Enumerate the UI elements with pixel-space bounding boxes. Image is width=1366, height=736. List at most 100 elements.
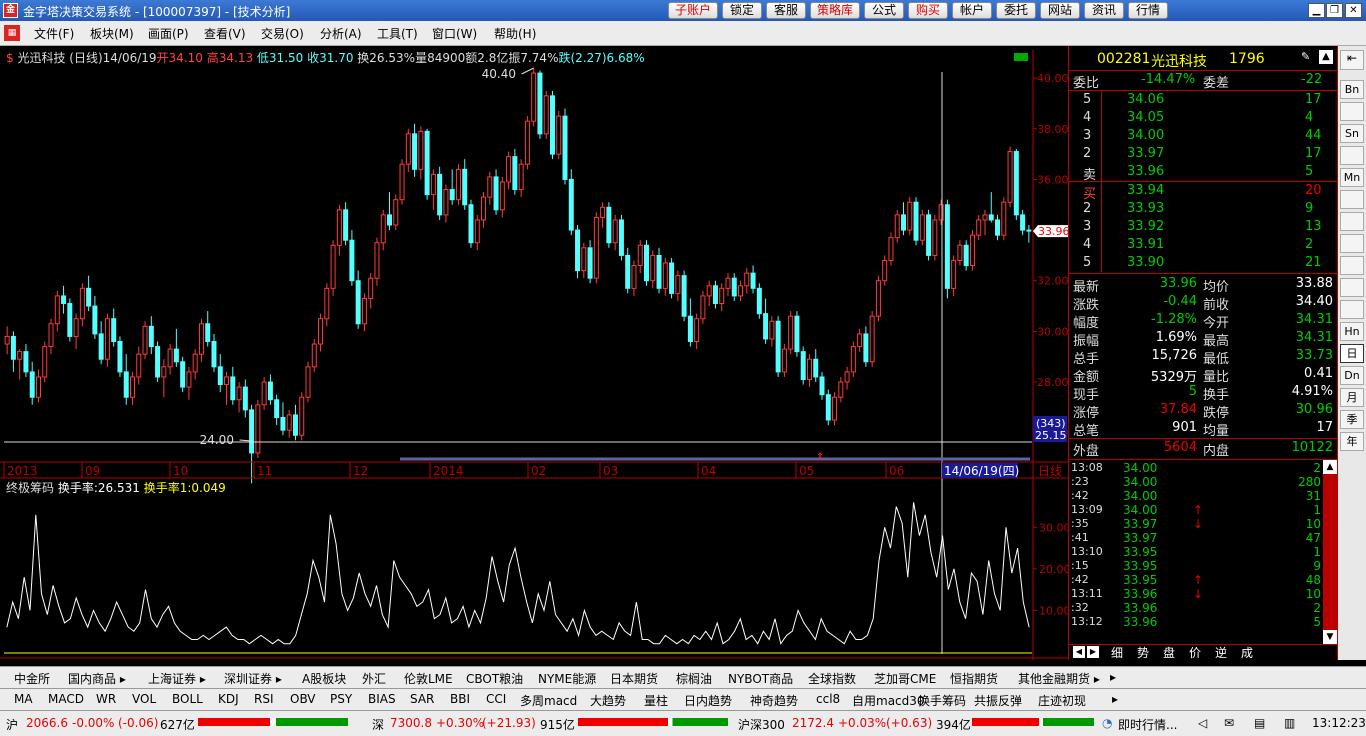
menu-item-3[interactable]: 查看(V) [204,25,246,42]
indicator-tab-21[interactable]: 共振反弹 [974,692,1022,709]
tick-scrollbar[interactable] [1323,460,1337,644]
menu-item-0[interactable]: 文件(F) [34,25,74,42]
market-tab-3[interactable]: 深圳证券 ▸ [224,670,282,687]
toolbar-button-4[interactable]: 公式 [864,2,904,19]
news-ticker[interactable]: 即时行情... [1118,716,1177,733]
menu-item-4[interactable]: 交易(O) [261,25,304,42]
close-icon[interactable]: ✕ [1345,3,1362,18]
indicator-tab-16[interactable]: 日内趋势 [684,692,732,709]
indicator-tab-2[interactable]: WR [96,692,116,706]
tab-right-icon[interactable]: ▶ [1087,646,1099,658]
market-tab-0[interactable]: 中金所 [14,670,50,687]
indicator-tab-4[interactable]: BOLL [172,692,203,706]
chart-area[interactable]: $ 光迅科技 (日线)14/06/19开34.10 高34.13 低31.50 … [0,46,1071,660]
indicator-tab-6[interactable]: RSI [254,692,274,706]
indicator-tab-17[interactable]: 神奇趋势 [750,692,798,709]
toolbar-button-0[interactable]: 子账户 [668,2,718,19]
period-button-15[interactable]: 季 [1340,410,1364,429]
indicator-tab-18[interactable]: ccl8 [816,692,840,706]
indicator-tab-14[interactable]: 大趋势 [590,692,626,709]
toolbar-button-2[interactable]: 客服 [766,2,806,19]
period-button-8[interactable] [1340,256,1364,275]
indicator-tab-5[interactable]: KDJ [218,692,239,706]
period-button-3[interactable] [1340,146,1364,165]
period-button-7[interactable] [1340,234,1364,253]
toolbar-button-1[interactable]: 锁定 [722,2,762,19]
market-tab-12[interactable]: 全球指数 [808,670,856,687]
period-button-12[interactable]: 日 [1340,344,1364,363]
indicator-tab-9[interactable]: BIAS [368,692,396,706]
indicator-tab-12[interactable]: CCI [486,692,506,706]
quote-tab-4[interactable]: 逆 [1215,644,1227,661]
restore-icon[interactable]: ❐ [1326,3,1343,18]
toolbar-button-6[interactable]: 帐户 [952,2,992,19]
period-button-16[interactable]: 年 [1340,432,1364,451]
toolbar-button-10[interactable]: 行情 [1128,2,1168,19]
period-button-9[interactable] [1340,278,1364,297]
period-button-10[interactable] [1340,300,1364,319]
toolbar-button-5[interactable]: 购买 [908,2,948,19]
market-tab-more-icon[interactable]: ▸ [1110,670,1116,684]
quote-tab-1[interactable]: 势 [1137,644,1149,661]
period-button-2[interactable]: Sn [1340,124,1364,143]
toolbar-button-8[interactable]: 网站 [1040,2,1080,19]
market-tab-6[interactable]: 伦敦LME [404,670,453,687]
indicator-tab-8[interactable]: PSY [330,692,352,706]
indicator-tab-1[interactable]: MACD [48,692,84,706]
scroll-up-icon[interactable]: ▲ [1323,460,1337,474]
market-tab-14[interactable]: 恒指期货 [950,670,998,687]
tab-left-icon[interactable]: ◀ [1073,646,1085,658]
indicator-tab-15[interactable]: 量柱 [644,692,668,709]
period-button-4[interactable]: Mn [1340,168,1364,187]
menu-item-7[interactable]: 窗口(W) [432,25,477,42]
mail-icon[interactable]: ✉ [1224,716,1234,730]
scroll-down-icon[interactable]: ▼ [1323,630,1337,644]
toolbar-button-9[interactable]: 资讯 [1084,2,1124,19]
period-button-0[interactable]: Bn [1340,80,1364,99]
market-tab-11[interactable]: NYBOT商品 [728,670,793,687]
market-tab-8[interactable]: NYME能源 [538,670,596,687]
quote-tab-3[interactable]: 价 [1189,644,1201,661]
expand-icon[interactable]: ⇤ [1340,50,1364,70]
menu-item-5[interactable]: 分析(A) [320,25,362,42]
indicator-tab-more-icon[interactable]: ▸ [1112,692,1118,706]
indicator-tab-22[interactable]: 庄迹初现 [1038,692,1086,709]
period-button-6[interactable] [1340,212,1364,231]
market-tab-1[interactable]: 国内商品 ▸ [68,670,126,687]
indicator-tab-19[interactable]: 自用macd30 [852,692,925,709]
market-tab-7[interactable]: CBOT粮油 [466,670,523,687]
volume-icon[interactable]: ◁ [1198,716,1207,730]
indicator-tab-7[interactable]: OBV [290,692,316,706]
indicator-tab-3[interactable]: VOL [132,692,156,706]
indicator-tab-13[interactable]: 多周macd [520,692,577,709]
menu-item-6[interactable]: 工具(T) [377,25,418,42]
market-tab-15[interactable]: 其他金融期货 ▸ [1018,670,1100,687]
settings-icon[interactable]: ▥ [1284,716,1295,730]
menu-item-2[interactable]: 画面(P) [148,25,189,42]
quote-tab-0[interactable]: 细 [1111,644,1123,661]
period-button-5[interactable] [1340,190,1364,209]
indicator-tab-10[interactable]: SAR [410,692,434,706]
period-button-14[interactable]: 月 [1340,388,1364,407]
market-tab-5[interactable]: 外汇 [362,670,386,687]
market-tab-4[interactable]: A股板块 [302,670,346,687]
kline-chart[interactable]: $ 光迅科技 (日线)14/06/19开34.10 高34.13 低31.50 … [0,46,1071,660]
indicator-tab-0[interactable]: MA [14,692,33,706]
toolbar-button-3[interactable]: 策略库 [810,2,860,19]
menu-item-1[interactable]: 板块(M) [90,25,134,42]
quote-tab-2[interactable]: 盘 [1163,644,1175,661]
pin-icon[interactable]: ✎ [1301,50,1315,64]
calendar-icon[interactable]: ▤ [1254,716,1265,730]
period-button-11[interactable]: Hn [1340,322,1364,341]
quote-tab-5[interactable]: 成 [1241,644,1253,661]
menu-item-8[interactable]: 帮助(H) [494,25,536,42]
period-button-13[interactable]: Dn [1340,366,1364,385]
minimize-icon[interactable]: ▁ [1308,3,1325,18]
market-tab-10[interactable]: 棕榈油 [676,670,712,687]
market-tab-2[interactable]: 上海证券 ▸ [148,670,206,687]
market-tab-9[interactable]: 日本期货 [610,670,658,687]
panel-toggle-icon[interactable]: ▲ [1319,50,1333,64]
market-tab-13[interactable]: 芝加哥CME [874,670,936,687]
toolbar-button-7[interactable]: 委托 [996,2,1036,19]
period-button-1[interactable] [1340,102,1364,121]
